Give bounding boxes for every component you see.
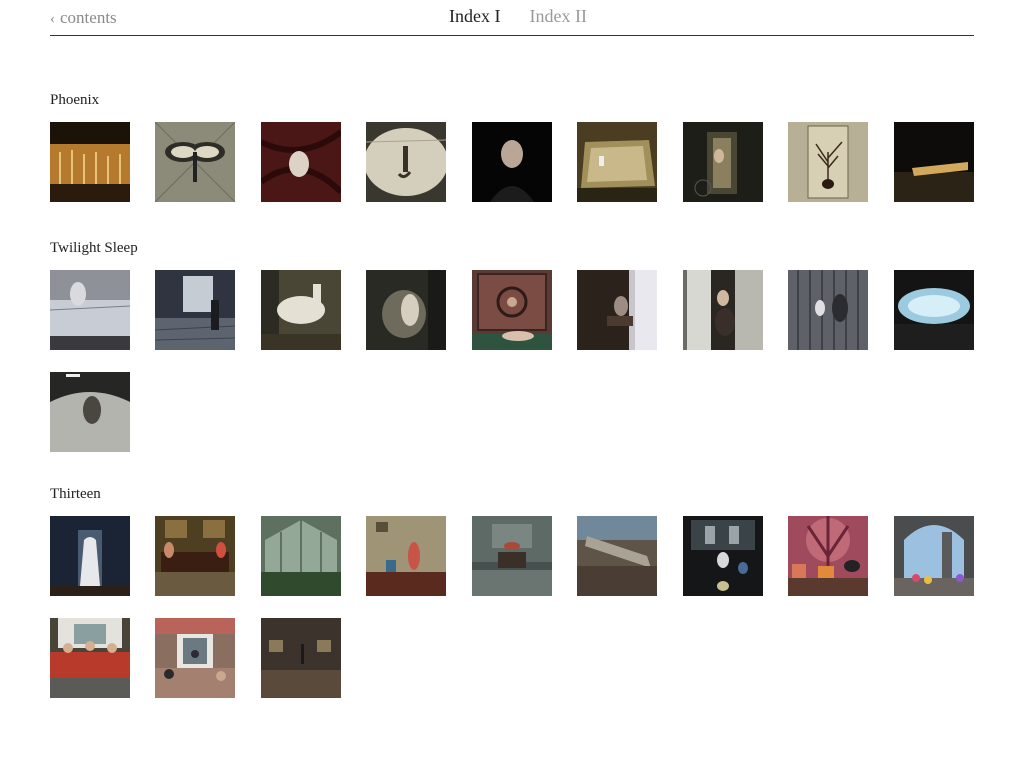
- thumbnail-image[interactable]: [366, 122, 446, 202]
- thumbnail-image[interactable]: [894, 270, 974, 350]
- section-title-phoenix: Phoenix: [50, 92, 100, 108]
- thumbnail-image[interactable]: [50, 270, 130, 350]
- thumbnail-image[interactable]: [155, 122, 235, 202]
- thumbnail-image[interactable]: [155, 516, 235, 596]
- thumbnail-image[interactable]: [788, 122, 868, 202]
- thumbnail-image[interactable]: [155, 618, 235, 698]
- thumbnail-image[interactable]: [472, 122, 552, 202]
- tab-index-ii[interactable]: Index II: [529, 6, 586, 27]
- thumbnail-image[interactable]: [472, 270, 552, 350]
- section-title-twilight-sleep: Twilight Sleep: [50, 240, 138, 256]
- chevron-left-icon: ‹: [50, 10, 55, 27]
- thumbnail-image[interactable]: [50, 516, 130, 596]
- thumbnail-image[interactable]: [50, 122, 130, 202]
- thumbnail-image[interactable]: [577, 270, 657, 350]
- thumbnail-image[interactable]: [261, 618, 341, 698]
- thumbnail-image[interactable]: [366, 270, 446, 350]
- thumbnail-image[interactable]: [472, 516, 552, 596]
- contents-back-link[interactable]: ‹ contents: [50, 8, 117, 28]
- thumbnail-image[interactable]: [894, 122, 974, 202]
- index-tabs: Index I Index II: [449, 6, 587, 27]
- thumbnail-image[interactable]: [261, 122, 341, 202]
- thumbnail-image[interactable]: [155, 270, 235, 350]
- thumbnail-image[interactable]: [50, 618, 130, 698]
- thumbnail-image[interactable]: [261, 270, 341, 350]
- tab-index-i[interactable]: Index I: [449, 6, 500, 27]
- thumbnail-image[interactable]: [788, 516, 868, 596]
- thirteen-grid: [50, 516, 980, 698]
- contents-label: contents: [60, 8, 117, 27]
- phoenix-grid: [50, 122, 980, 202]
- thumbnail-image[interactable]: [683, 122, 763, 202]
- thumbnail-image[interactable]: [683, 516, 763, 596]
- twilight-sleep-grid: [50, 270, 980, 452]
- thumbnail-image[interactable]: [50, 372, 130, 452]
- thumbnail-image[interactable]: [366, 516, 446, 596]
- thumbnail-image[interactable]: [261, 516, 341, 596]
- thumbnail-image[interactable]: [788, 270, 868, 350]
- thumbnail-image[interactable]: [683, 270, 763, 350]
- thumbnail-image[interactable]: [894, 516, 974, 596]
- section-title-thirteen: Thirteen: [50, 486, 101, 502]
- top-navigation-bar: ‹ contents Index I Index II: [50, 0, 974, 36]
- thumbnail-image[interactable]: [577, 122, 657, 202]
- thumbnail-image[interactable]: [577, 516, 657, 596]
